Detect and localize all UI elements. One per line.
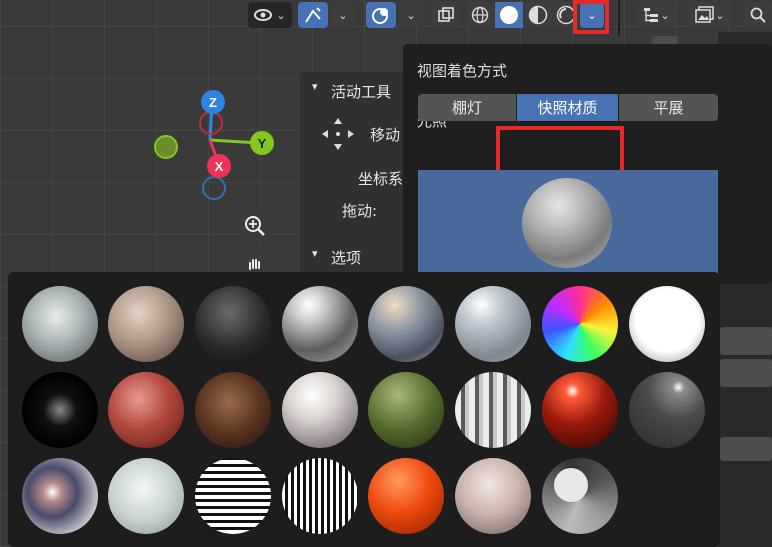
outliner-filter-dropdown[interactable]: ⌄	[636, 2, 676, 28]
z-axis-button[interactable]: Z	[201, 90, 225, 114]
lighting-studio-button[interactable]: 棚灯	[418, 94, 516, 121]
x-axis-button[interactable]: X	[207, 154, 231, 178]
material-sphere-icon	[528, 5, 548, 25]
move-label: 移动	[370, 126, 401, 144]
overlay-toggle-button[interactable]	[366, 2, 396, 28]
active-tool-header[interactable]: 活动工具	[331, 81, 391, 102]
matcap-white-jade[interactable]	[108, 458, 184, 534]
material-preview-button[interactable]	[524, 2, 552, 28]
image-display-dropdown[interactable]: ⌄	[688, 2, 732, 28]
negative-x-axis-ring[interactable]	[199, 111, 223, 135]
y-axis-button[interactable]: Y	[250, 131, 274, 155]
matcap-stripes-vertical[interactable]	[282, 458, 358, 534]
overlay-dropdown[interactable]: ⌄	[398, 2, 424, 28]
matcap-selection-panel	[8, 272, 720, 547]
matcap-dark-clay[interactable]	[195, 286, 271, 362]
matcap-rainbow-normal[interactable]	[542, 286, 618, 362]
image-icon	[695, 6, 715, 23]
chevron-down-icon: ⌄	[715, 8, 725, 22]
matcap-metal-chrome[interactable]	[282, 286, 358, 362]
zoom-icon	[245, 216, 265, 236]
matcap-dark-gloss[interactable]	[629, 372, 705, 448]
highlight-dropdown-box	[573, 0, 609, 34]
options-header[interactable]: 选项	[331, 247, 361, 268]
tree-icon	[644, 8, 659, 22]
chevron-down-icon[interactable]: ▾	[312, 80, 318, 93]
overlay-icon	[372, 8, 388, 24]
sidebar-field[interactable]	[720, 327, 772, 355]
matcap-preview-sphere	[522, 178, 612, 268]
wireframe-sphere-icon	[471, 6, 489, 24]
matcap-ceramic-light[interactable]	[455, 286, 531, 362]
solid-shading-button[interactable]	[495, 2, 523, 28]
sidebar-field[interactable]	[720, 437, 772, 461]
sidebar-tab[interactable]	[652, 36, 678, 44]
matcap-chrome-reflection[interactable]	[22, 458, 98, 534]
xray-toggle-button[interactable]	[432, 2, 460, 28]
chevron-down-icon: ⌄	[276, 8, 286, 22]
matcap-check-highlight	[554, 468, 588, 502]
sidebar-field[interactable]	[720, 359, 772, 387]
matcap-check-normal[interactable]	[542, 458, 618, 534]
header-divider	[618, 0, 620, 36]
matcap-striped-chrome[interactable]	[455, 372, 531, 448]
move-tool-icon[interactable]	[320, 116, 356, 152]
chevron-down-icon: ⌄	[406, 8, 416, 22]
matcap-white-glow[interactable]	[629, 286, 705, 362]
negative-y-axis-ring[interactable]	[154, 135, 178, 159]
matcap-skin[interactable]	[108, 286, 184, 362]
search-icon	[750, 7, 766, 23]
matcap-stripes-horizontal[interactable]	[195, 458, 271, 534]
matcap-orange-plastic[interactable]	[368, 458, 444, 534]
xray-icon	[438, 7, 454, 22]
chevron-down-icon[interactable]: ▾	[312, 247, 318, 260]
matcap-brown-leather[interactable]	[195, 372, 271, 448]
matcap-red-clay[interactable]	[108, 372, 184, 448]
coordinate-system-label: 坐标系	[358, 170, 404, 188]
matcap-olive-green[interactable]	[368, 372, 444, 448]
matcap-black-reflective[interactable]	[22, 372, 98, 448]
chevron-down-icon: ⌄	[338, 8, 348, 22]
gizmo-icon	[305, 7, 321, 23]
matcap-metal-anisotropic[interactable]	[368, 286, 444, 362]
gizmo-toggle-button[interactable]	[298, 2, 328, 28]
negative-z-axis-ring[interactable]	[202, 176, 226, 200]
solid-sphere-icon	[500, 6, 518, 24]
lighting-matcap-button[interactable]: 快照材质	[517, 94, 618, 121]
chevron-down-icon: ⌄	[660, 8, 670, 22]
lighting-flat-button[interactable]: 平展	[619, 94, 718, 121]
popup-title: 视图着色方式	[417, 62, 508, 80]
zoom-button[interactable]	[238, 209, 272, 243]
matcap-pearl[interactable]	[282, 372, 358, 448]
eye-icon	[254, 9, 273, 21]
gizmo-dropdown[interactable]: ⌄	[330, 2, 356, 28]
matcap-basic-1[interactable]	[22, 286, 98, 362]
matcap-preview[interactable]	[418, 170, 718, 285]
visibility-dropdown[interactable]: ⌄	[248, 2, 292, 28]
matcap-skin-light[interactable]	[455, 458, 531, 534]
search-button[interactable]	[744, 2, 772, 28]
viewport-header: ⌄ ⌄ ⌄ ⌄ ⌄ ⌄	[0, 0, 772, 36]
matcap-red-gloss[interactable]	[542, 372, 618, 448]
drag-label: 拖动:	[342, 202, 378, 220]
wireframe-shading-button[interactable]	[466, 2, 494, 28]
